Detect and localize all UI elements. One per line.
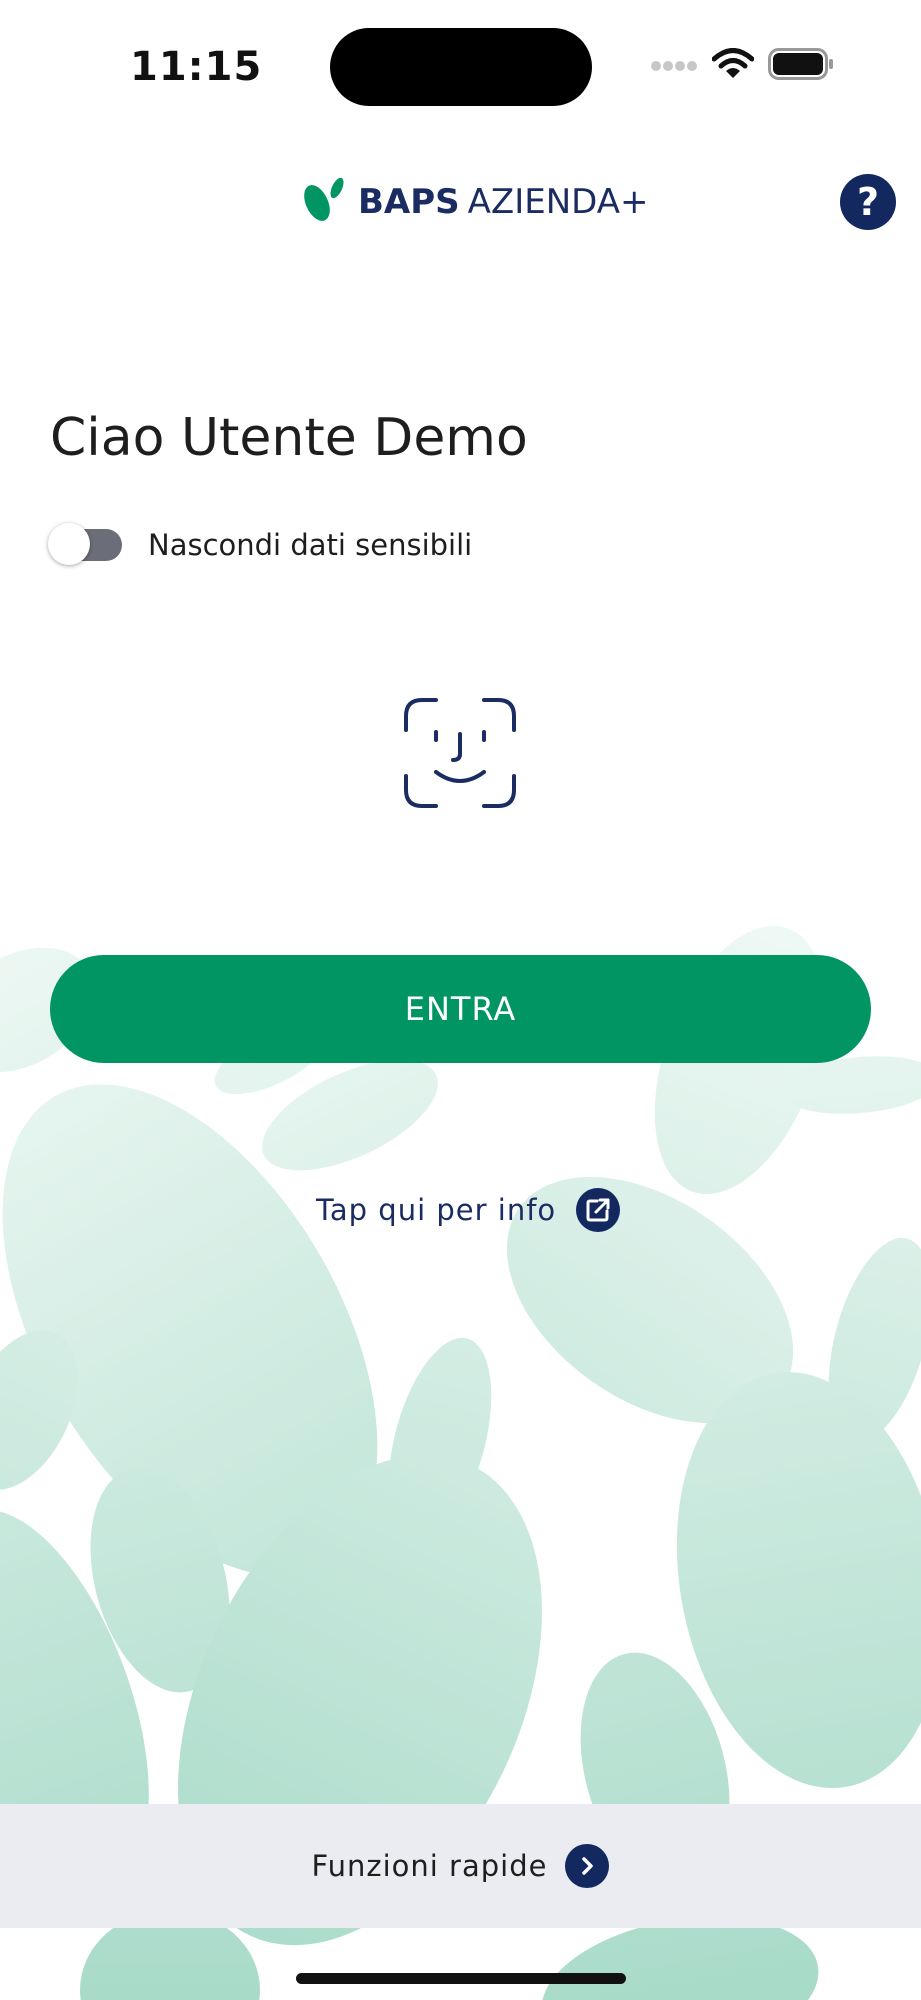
logo-text-bold: BAPS <box>358 182 460 222</box>
quick-functions-label: Funzioni rapide <box>311 1849 548 1883</box>
help-button[interactable]: ? <box>840 174 896 230</box>
brand-logo: BAPS AZIENDA+ <box>300 177 649 226</box>
signal-icon <box>650 57 698 76</box>
info-link-label: Tap qui per info <box>316 1193 557 1227</box>
entra-login-button[interactable]: ENTRA <box>50 955 871 1063</box>
info-link[interactable]: Tap qui per info <box>316 1188 621 1232</box>
help-icon: ? <box>856 180 880 224</box>
status-icons <box>650 48 834 84</box>
external-link-icon <box>576 1188 621 1232</box>
privacy-toggle-row: Nascondi dati sensibili <box>48 523 473 565</box>
home-indicator[interactable] <box>296 1973 626 1984</box>
chevron-right-icon <box>565 1844 610 1888</box>
quick-functions-bar[interactable]: Funzioni rapide <box>0 1804 921 1928</box>
logo-text-light: AZIENDA+ <box>467 182 649 222</box>
status-time: 11:15 <box>130 44 263 90</box>
wifi-icon <box>711 48 755 84</box>
leaf-logo-icon <box>300 177 350 226</box>
dynamic-island <box>330 28 592 106</box>
toggle-knob <box>48 523 90 565</box>
battery-icon <box>768 48 834 84</box>
hide-sensitive-data-toggle[interactable] <box>48 523 122 565</box>
greeting-title: Ciao Utente Demo <box>50 408 528 468</box>
toggle-label: Nascondi dati sensibili <box>148 528 473 562</box>
face-id-icon[interactable] <box>404 698 516 808</box>
